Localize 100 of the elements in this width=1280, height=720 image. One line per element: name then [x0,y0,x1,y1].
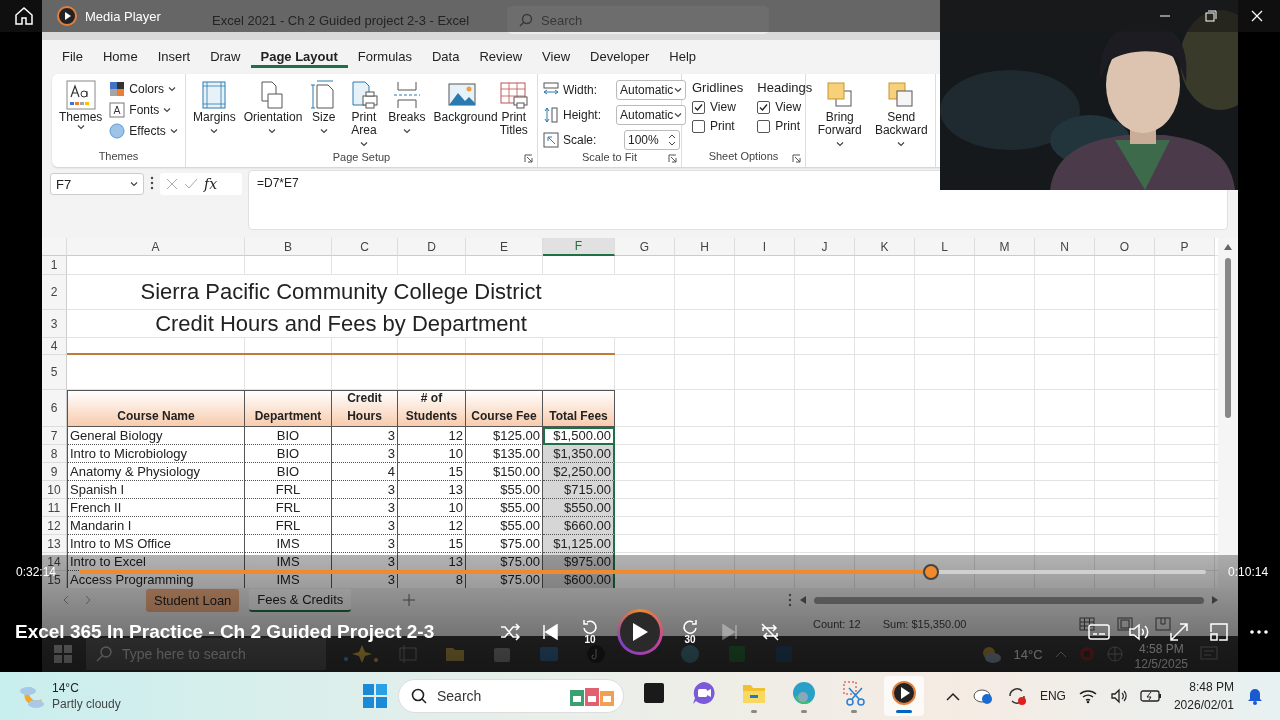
column-header[interactable]: K [855,238,915,256]
battery-icon[interactable] [1139,689,1162,703]
rewind-button[interactable]: 10 [577,619,603,645]
row-header[interactable]: 9 [42,463,67,481]
column-header[interactable]: I [735,238,795,256]
scroll-up-icon[interactable] [1224,244,1232,250]
size-button[interactable]: Size [304,78,343,138]
formula-field[interactable]: =D7*E7 [248,170,1228,230]
spin-field[interactable]: 100% [624,129,680,150]
column-header[interactable]: O [1095,238,1155,256]
colors-button[interactable]: Colors [107,80,180,98]
add-sheet-icon[interactable] [403,594,416,606]
language-indicator[interactable]: ENG [1039,689,1066,703]
sheet-tab[interactable]: Student Loan [146,588,240,612]
column-header[interactable]: G [615,238,675,256]
dropdown-field[interactable]: Automatic [616,104,686,125]
dropdown-field[interactable]: Automatic [616,79,686,100]
ribbon-tab[interactable]: Page Layout [250,44,348,68]
effects-button[interactable]: Effects [107,122,180,140]
column-header[interactable]: P [1155,238,1215,256]
table-cell: 15 [398,463,466,481]
row-header[interactable]: 7 [42,427,67,445]
table-cell: 10 [398,445,466,463]
print-area-button[interactable]: Print Area [344,78,384,151]
dialog-launcher-icon[interactable] [792,154,801,163]
row-header[interactable]: 13 [42,535,67,553]
next-sheet-icon[interactable] [84,595,92,605]
search-field[interactable]: Search [398,679,624,713]
ribbon-tab[interactable]: Formulas [347,44,422,68]
row-header[interactable]: 4 [42,338,67,355]
row-header[interactable]: 1 [42,256,67,275]
column-header[interactable]: J [795,238,855,256]
scroll-left-icon[interactable] [800,596,806,604]
chevron-up-icon[interactable] [945,691,960,701]
row-header[interactable]: 8 [42,445,67,463]
sheet-tab[interactable]: Fees & Credits [249,588,352,612]
normal-view-icon[interactable] [1078,617,1095,631]
column-header[interactable]: M [975,238,1035,256]
row-header[interactable]: 3 [42,310,67,338]
table-cell: Spanish I [67,481,245,499]
column-header[interactable]: H [675,238,735,256]
ribbon-tab[interactable]: Help [659,44,707,68]
taskbar-app[interactable] [884,676,924,716]
checkbox[interactable]: View [692,100,744,114]
scrollbar-thumb[interactable] [814,596,1204,604]
previous-sheet-icon[interactable] [62,595,70,605]
cloud-icon[interactable] [971,687,994,705]
column-header[interactable]: C [332,238,398,256]
page-layout-icon[interactable] [1116,617,1133,631]
start-icon[interactable] [362,683,388,709]
insert-function-button[interactable]: fx [204,176,218,192]
column-header[interactable]: F [543,238,615,256]
dialog-launcher-icon[interactable] [524,154,533,163]
column-header[interactable]: N [1035,238,1095,256]
ribbon-tab[interactable]: Draw [200,44,251,68]
fonts-button[interactable]: Fonts [107,101,180,119]
row-header[interactable]: 12 [42,517,67,535]
windows-icon[interactable] [54,645,72,663]
column-header[interactable]: E [466,238,543,256]
breaks-button[interactable]: Breaks [385,78,429,138]
ribbon-tab[interactable]: Developer [580,44,660,68]
send-backward-button[interactable]: Send Backward [871,78,931,151]
checkbox[interactable]: View [757,100,813,114]
more-icon[interactable] [788,593,792,607]
more-icon[interactable] [150,176,154,190]
dialog-launcher-icon[interactable] [668,154,677,163]
row-header[interactable]: 6 [42,390,67,427]
cancel-icon[interactable] [166,178,178,190]
speaker-icon[interactable] [1109,688,1128,704]
orientation-button[interactable]: Orientation [240,78,303,138]
scroll-right-icon[interactable] [1212,596,1218,604]
checkbox[interactable]: Print [692,119,744,133]
checkbox[interactable]: Print [757,119,813,133]
row-header[interactable]: 5 [42,355,67,390]
notification-icon[interactable] [1246,687,1264,705]
option-heading: Gridlines [692,80,744,95]
table-cell: $660.00 [543,517,615,535]
row-header[interactable]: 2 [42,275,67,310]
ribbon-tab[interactable]: File [52,44,93,68]
ribbon-tab[interactable]: Insert [147,44,201,68]
row-header[interactable]: 11 [42,499,67,517]
row-header[interactable]: 10 [42,481,67,499]
column-header[interactable]: L [915,238,975,256]
enter-icon[interactable] [184,178,198,190]
margins-button[interactable]: Margins [190,78,239,138]
ribbon-tab[interactable]: View [532,44,581,68]
name-box[interactable]: F7 [50,173,144,195]
wifi-icon[interactable] [1077,688,1098,704]
forward-button[interactable]: 30 [677,619,703,645]
caret-icon [163,107,172,113]
ribbon-tab[interactable]: Review [469,44,533,68]
column-header[interactable]: D [398,238,466,256]
ribbon-tab[interactable]: Data [422,44,470,68]
table-cell: 3 [332,481,398,499]
scrollbar-thumb[interactable] [1225,258,1231,418]
column-header[interactable]: B [245,238,332,256]
home-icon[interactable] [14,6,34,26]
themes-button[interactable]: Themes [56,78,106,131]
ribbon-tab[interactable]: Home [92,44,148,68]
column-header[interactable]: A [67,238,245,256]
